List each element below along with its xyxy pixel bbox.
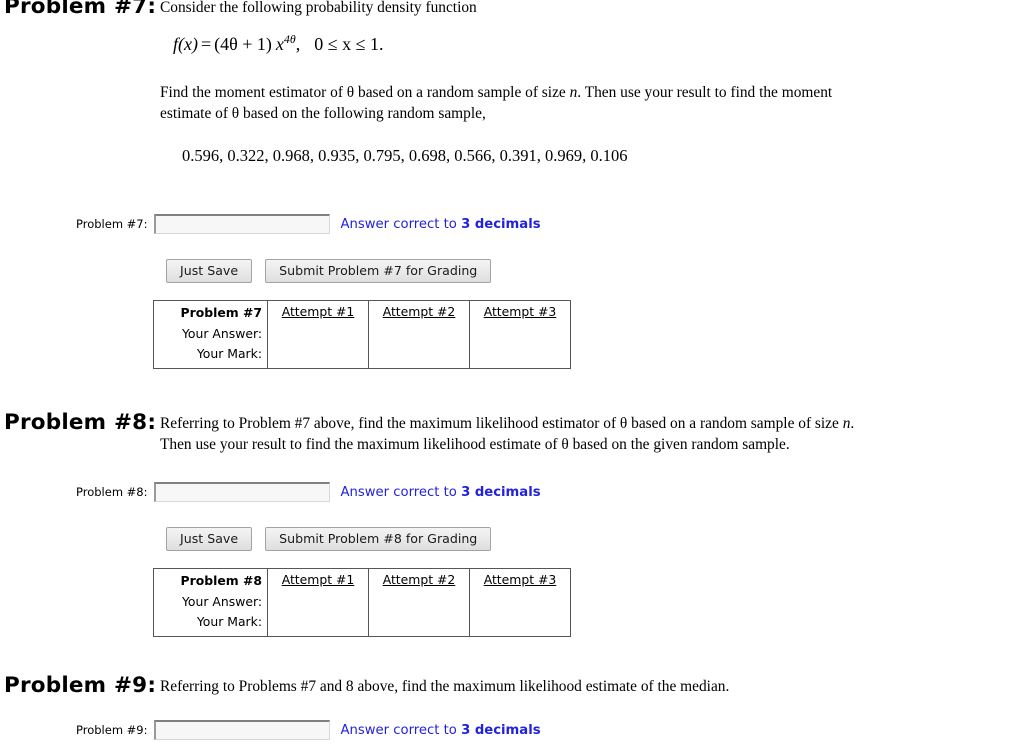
problem-7-attempts-label-cell: Problem #7 Your Answer: Your Mark:	[153, 300, 268, 369]
formula-lhs: f(x)	[173, 34, 198, 54]
problem-7-instructions: Find the moment estimator of θ based on …	[160, 82, 1010, 124]
problem-9-text-line1: Referring to Problems #7 and 8 above, fi…	[160, 678, 730, 695]
problem-9-answer-note: Answer correct to 3 decimals	[341, 723, 541, 738]
problem-8-answer-note: Answer correct to 3 decimals	[341, 485, 541, 500]
formula-coefficient: (4θ + 1)	[214, 34, 272, 54]
problem-7-instructions-line2: estimate of θ based on the following ran…	[160, 105, 486, 122]
problem-9-title: Problem #9:	[4, 673, 157, 698]
problem-7-attempt-2-link[interactable]: Attempt #2	[369, 304, 469, 319]
problem-7-block: Problem #7: Consider the following proba…	[0, 0, 1024, 384]
problem-7-attempt-3-cell: Attempt #3	[469, 300, 571, 369]
problem-7-attempt-3-link[interactable]: Attempt #3	[470, 304, 570, 319]
problem-9-note-emphasis: 3 decimals	[461, 722, 541, 738]
problem-7-attempt-1-answer	[268, 319, 368, 339]
problem-8-attempt-2-cell: Attempt #2	[368, 568, 470, 637]
formula-domain: 0 ≤ x ≤ 1.	[314, 34, 384, 54]
problem-7-answer-label: Problem #7:	[76, 217, 148, 231]
problem-9-note-prefix: Answer correct to	[340, 722, 462, 738]
problem-9-text: Referring to Problems #7 and 8 above, fi…	[160, 676, 1012, 697]
problem-9-answer-input[interactable]	[153, 720, 330, 740]
problem-8-attempts-row-header: Problem #8	[180, 573, 262, 588]
problem-7-answer-note: Answer correct to 3 decimals	[341, 217, 541, 232]
problem-7-attempt-2-mark	[369, 339, 469, 359]
problem-8-attempts-table: Problem #8 Your Answer: Your Mark: Attem…	[153, 568, 571, 637]
problem-9-answer-row: Problem #9: Answer correct to 3 decimals	[76, 719, 541, 741]
problem-7-attempt-1-cell: Attempt #1	[267, 300, 369, 369]
problem-8-text: Referring to Problem #7 above, find the …	[160, 413, 1012, 455]
problem-8-attempt-3-answer	[470, 587, 570, 607]
problem-7-note-emphasis: 3 decimals	[461, 216, 541, 232]
problem-8-text-line2: Then use your result to find the maximum…	[160, 436, 790, 453]
problem-9-block: Problem #9: Referring to Problems #7 and…	[0, 673, 1024, 751]
problem-8-attempt-2-answer	[369, 587, 469, 607]
problem-7-sample-values: 0.596, 0.322, 0.968, 0.935, 0.795, 0.698…	[182, 146, 628, 165]
problem-7-heading-row: Problem #7: Consider the following proba…	[0, 0, 1024, 40]
problem-7-attempts-row-header: Problem #7	[180, 305, 262, 320]
problem-7-instructions-line1: Find the moment estimator of θ based on …	[160, 84, 833, 101]
problem-8-answer-label: Problem #8:	[76, 485, 148, 499]
problem-7-attempt-1-mark	[268, 339, 368, 359]
problem-7-attempts-table: Problem #7 Your Answer: Your Mark: Attem…	[153, 300, 571, 369]
problem-8-block: Problem #8: Referring to Problem #7 abov…	[0, 410, 1024, 640]
problem-8-attempt-2-link[interactable]: Attempt #2	[369, 572, 469, 587]
problem-7-formula: f(x) = (4θ + 1) x4θ, 0 ≤ x ≤ 1.	[173, 32, 383, 55]
problem-7-attempt-3-mark	[470, 339, 570, 359]
problem-7-answer-input[interactable]	[153, 214, 330, 234]
problem-8-attempt-1-link[interactable]: Attempt #1	[268, 572, 368, 587]
problem-8-your-mark-label: Your Mark:	[196, 614, 262, 629]
problem-8-text-line1: Referring to Problem #7 above, find the …	[160, 415, 855, 432]
problem-8-attempt-1-answer	[268, 587, 368, 607]
problem-7-answer-row: Problem #7: Answer correct to 3 decimals	[76, 213, 541, 235]
problem-7-attempt-1-link[interactable]: Attempt #1	[268, 304, 368, 319]
homework-page: Problem #7: Consider the following proba…	[0, 0, 1024, 751]
table-row: Problem #8 Your Answer: Your Mark: Attem…	[153, 568, 571, 637]
formula-equals: =	[200, 34, 212, 54]
problem-8-attempt-2-mark	[369, 607, 469, 627]
problem-7-your-answer-label: Your Answer:	[182, 325, 262, 341]
problem-8-attempt-1-mark	[268, 607, 368, 627]
formula-comma: ,	[295, 34, 301, 54]
problem-7-just-save-button[interactable]: Just Save	[166, 259, 253, 283]
problem-8-note-emphasis: 3 decimals	[461, 484, 541, 500]
problem-7-button-row: Just Save Submit Problem #7 for Grading	[166, 259, 492, 283]
problem-7-note-prefix: Answer correct to	[340, 216, 462, 232]
problem-8-submit-button[interactable]: Submit Problem #8 for Grading	[265, 527, 492, 551]
problem-8-attempt-3-mark	[470, 607, 570, 627]
problem-7-intro-text: Consider the following probability densi…	[160, 0, 477, 16]
formula-base: x	[275, 34, 284, 54]
problem-8-heading-row: Problem #8: Referring to Problem #7 abov…	[0, 410, 1024, 458]
problem-8-answer-input[interactable]	[153, 482, 330, 502]
formula-exponent: 4θ	[283, 32, 296, 46]
problem-7-title: Problem #7:	[4, 0, 157, 19]
problem-7-attempt-2-answer	[369, 319, 469, 339]
table-row: Problem #7 Your Answer: Your Mark: Attem…	[153, 300, 571, 369]
problem-8-attempt-1-cell: Attempt #1	[267, 568, 369, 637]
problem-7-attempt-2-cell: Attempt #2	[368, 300, 470, 369]
problem-8-attempt-3-cell: Attempt #3	[469, 568, 571, 637]
problem-9-heading-row: Problem #9: Referring to Problems #7 and…	[0, 673, 1024, 703]
problem-8-attempt-3-link[interactable]: Attempt #3	[470, 572, 570, 587]
problem-8-title: Problem #8:	[4, 410, 157, 435]
problem-8-your-answer-label: Your Answer:	[182, 593, 262, 609]
problem-7-attempt-3-answer	[470, 319, 570, 339]
problem-8-button-row: Just Save Submit Problem #8 for Grading	[166, 527, 492, 551]
problem-9-answer-label: Problem #9:	[76, 723, 148, 737]
problem-8-answer-row: Problem #8: Answer correct to 3 decimals	[76, 481, 541, 503]
problem-8-attempts-label-cell: Problem #8 Your Answer: Your Mark:	[153, 568, 268, 637]
problem-8-note-prefix: Answer correct to	[340, 484, 462, 500]
problem-7-submit-button[interactable]: Submit Problem #7 for Grading	[265, 259, 492, 283]
problem-7-your-mark-label: Your Mark:	[196, 346, 262, 361]
problem-8-just-save-button[interactable]: Just Save	[166, 527, 253, 551]
